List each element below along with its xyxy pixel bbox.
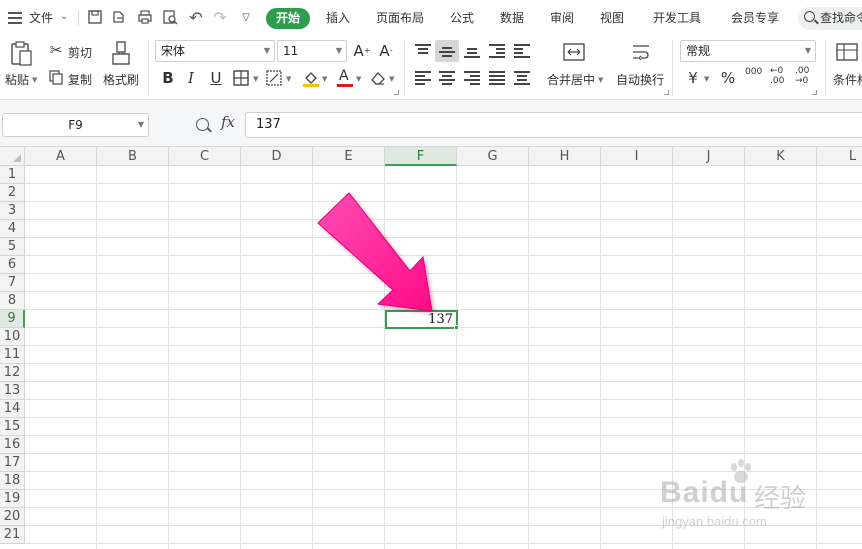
watermark-brand-suffix: 经验	[754, 483, 807, 513]
baidu-jingyan-watermark: Baidu 经验 jingyan.baidu.com	[660, 458, 860, 548]
watermark-brand: Baidu	[660, 476, 749, 509]
watermark-url: jingyan.baidu.com	[662, 514, 767, 529]
arrow-shape	[317, 192, 433, 312]
